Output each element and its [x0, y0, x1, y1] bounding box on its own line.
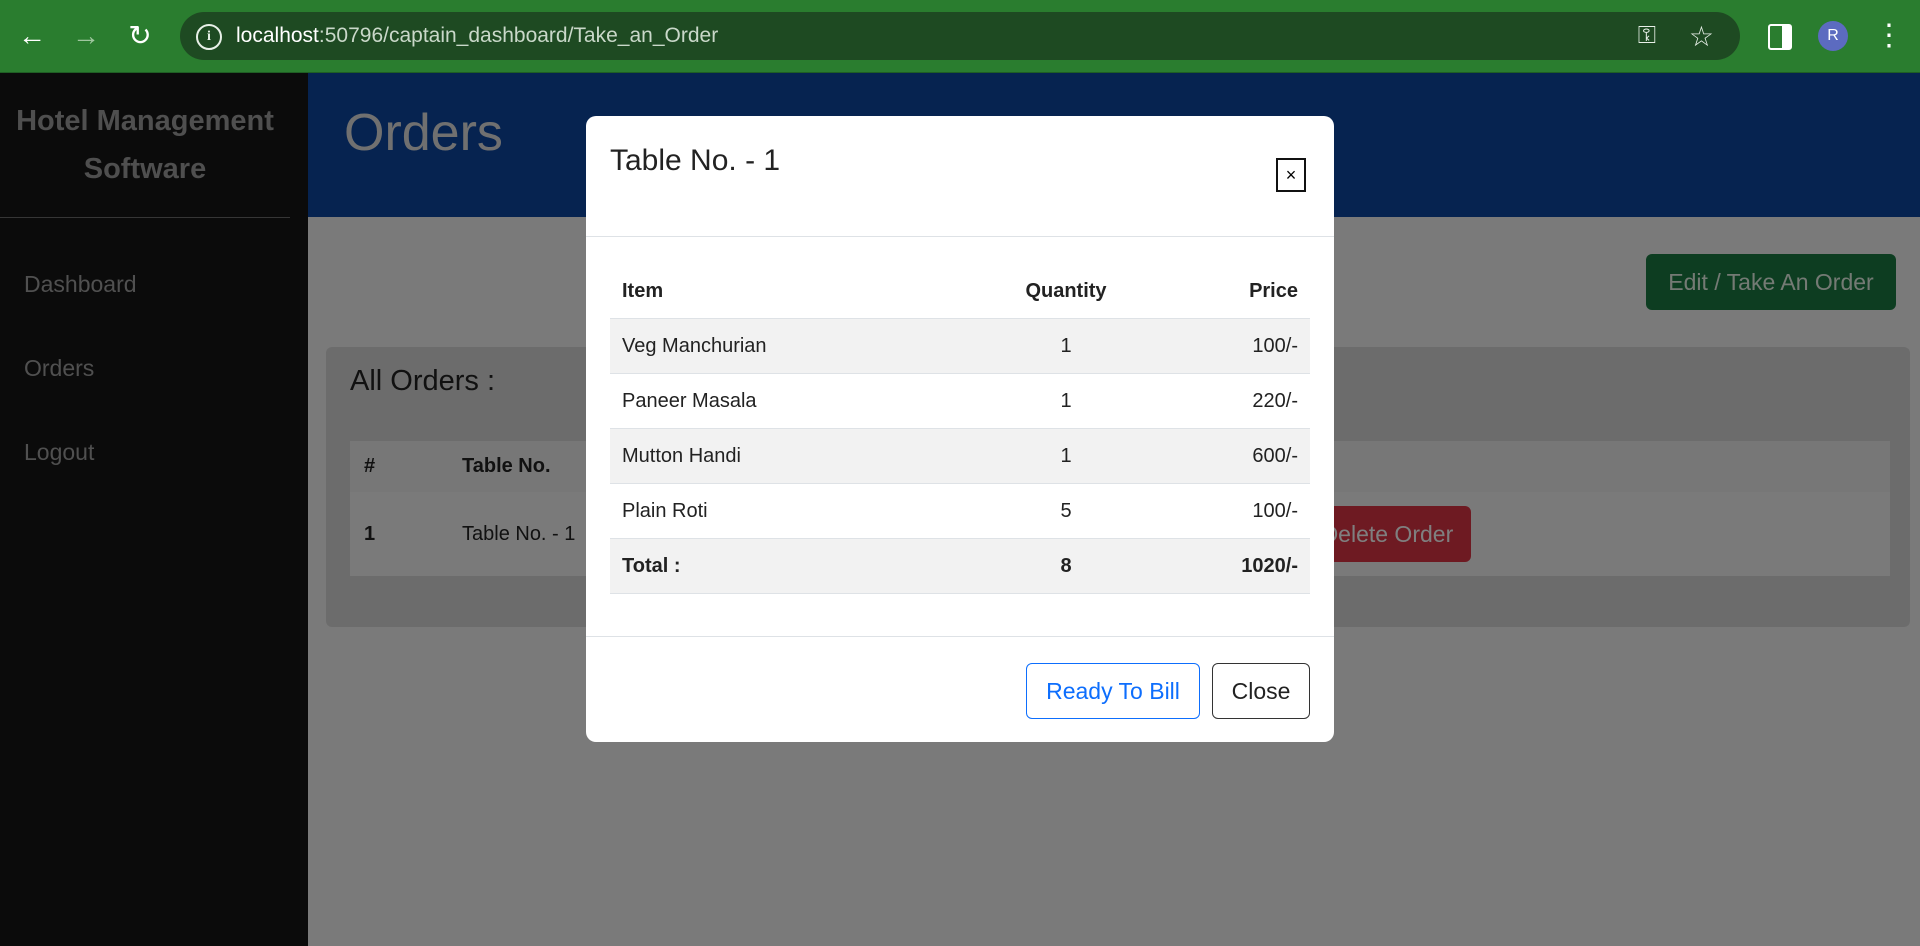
- close-button[interactable]: Close: [1212, 663, 1310, 719]
- modal-title: Table No. - 1: [610, 144, 781, 177]
- address-bar[interactable]: i localhost:50796/captain_dashboard/Take…: [180, 12, 1740, 60]
- url-text[interactable]: localhost:50796/captain_dashboard/Take_a…: [236, 24, 718, 48]
- ready-to-bill-button[interactable]: Ready To Bill: [1026, 663, 1200, 719]
- order-items-header: Item Quantity Price: [610, 264, 1310, 319]
- table-row: Paneer Masala 1 220/-: [610, 373, 1310, 429]
- modal-header: Table No. - 1 ×: [586, 116, 1334, 237]
- col-price-header: Price: [1158, 264, 1310, 319]
- order-modal: Table No. - 1 × Item Quantity Price Veg …: [586, 116, 1334, 742]
- col-item-header: Item: [610, 264, 974, 319]
- table-row: Veg Manchurian 1 100/-: [610, 318, 1310, 374]
- item-price: 220/-: [1158, 373, 1310, 429]
- col-quantity-header: Quantity: [974, 264, 1158, 319]
- table-row: Mutton Handi 1 600/-: [610, 428, 1310, 484]
- close-icon[interactable]: ×: [1276, 158, 1306, 192]
- order-items-table: Item Quantity Price Veg Manchurian 1 100…: [610, 264, 1310, 594]
- item-name: Mutton Handi: [610, 428, 974, 484]
- item-price: 100/-: [1158, 483, 1310, 539]
- item-quantity: 1: [974, 428, 1158, 484]
- item-quantity: 5: [974, 483, 1158, 539]
- table-row: Plain Roti 5 100/-: [610, 483, 1310, 539]
- key-icon[interactable]: ⚿: [1638, 22, 1656, 50]
- browser-toolbar: ← → ↻ i localhost:50796/captain_dashboar…: [0, 0, 1920, 73]
- item-quantity: 1: [974, 373, 1158, 429]
- side-panel-icon[interactable]: [1768, 24, 1792, 50]
- total-price: 1020/-: [1158, 538, 1310, 594]
- total-quantity: 8: [974, 538, 1158, 594]
- modal-footer: Ready To Bill Close: [586, 636, 1334, 742]
- total-label: Total :: [610, 538, 974, 594]
- forward-arrow-icon[interactable]: →: [68, 18, 104, 54]
- item-name: Plain Roti: [610, 483, 974, 539]
- item-price: 600/-: [1158, 428, 1310, 484]
- item-name: Paneer Masala: [610, 373, 974, 429]
- item-name: Veg Manchurian: [610, 318, 974, 374]
- star-icon[interactable]: ☆: [1689, 20, 1714, 53]
- url-path: :50796/captain_dashboard/Take_an_Order: [318, 24, 719, 47]
- kebab-menu-icon[interactable]: ⋮: [1874, 18, 1904, 54]
- url-host: localhost: [236, 24, 319, 47]
- total-row: Total : 8 1020/-: [610, 538, 1310, 594]
- info-icon[interactable]: i: [196, 24, 222, 50]
- item-price: 100/-: [1158, 318, 1310, 374]
- back-arrow-icon[interactable]: ←: [14, 18, 50, 54]
- item-quantity: 1: [974, 318, 1158, 374]
- profile-avatar[interactable]: R: [1818, 21, 1848, 51]
- reload-icon[interactable]: ↻: [122, 18, 158, 54]
